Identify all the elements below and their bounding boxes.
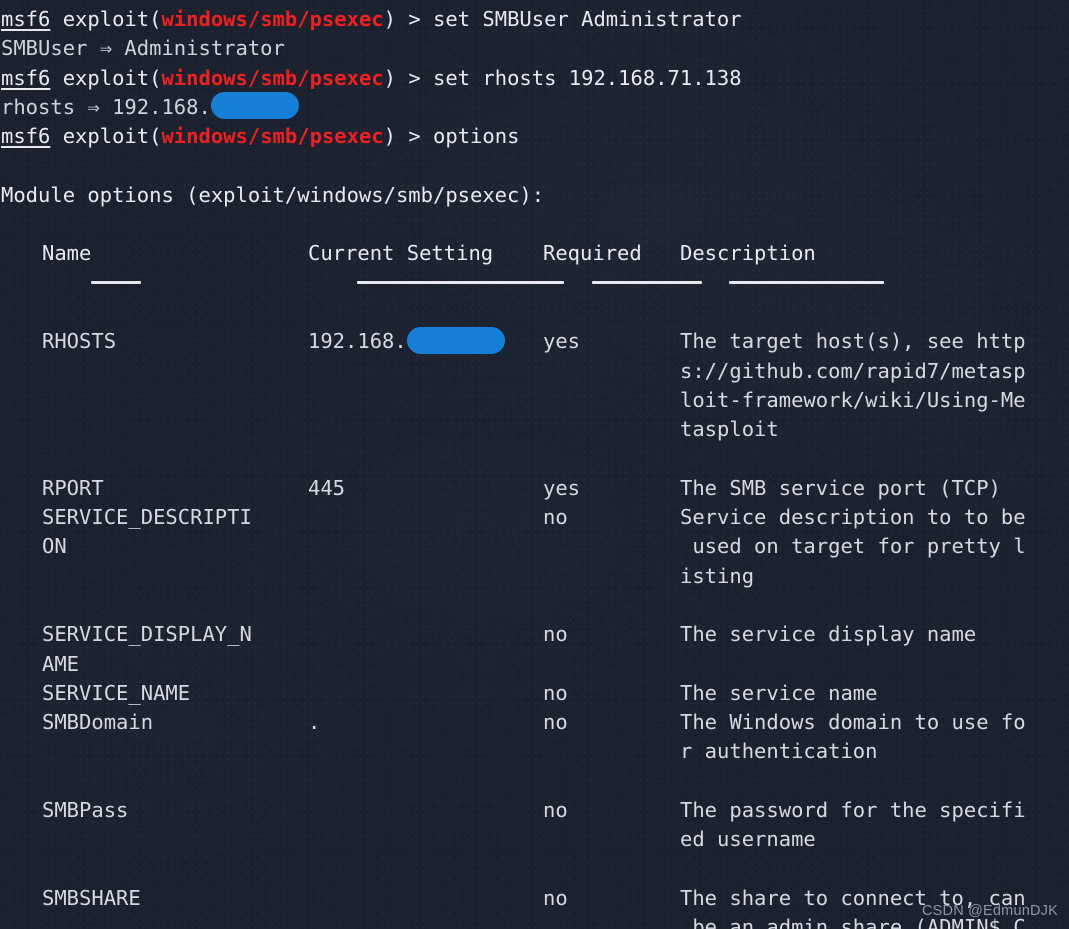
table-row-continuation: r authentication — [0, 737, 1069, 766]
redaction-blob-rhosts-value — [406, 326, 505, 354]
option-description: used on target for pretty l — [680, 534, 1026, 559]
option-required: yes — [543, 475, 581, 500]
watermark: CSDN @EdmunDJK — [922, 903, 1058, 919]
command-text: set SMBUser Administrator — [433, 7, 742, 31]
prompt-host: msf6 — [1, 65, 51, 90]
option-current-setting: 192.168. — [308, 326, 505, 356]
prompt-context-prefix: exploit( — [50, 7, 162, 31]
option-name: SMBSHARE — [42, 885, 141, 910]
option-description: r authentication — [680, 739, 878, 764]
option-description: The target host(s), see http — [680, 329, 1026, 354]
terminal-line-output: SMBUser ⇒ Administrator — [1, 36, 285, 61]
prompt-context-prefix: exploit( — [50, 124, 162, 149]
prompt-module-path: windows/smb/psexec — [161, 7, 384, 31]
table-row-continuation: ON used on target for pretty l — [0, 532, 1069, 561]
table-row-spacer — [0, 855, 1069, 884]
option-name: SERVICE_NAME — [42, 680, 191, 705]
table-row: SERVICE_DISPLAY_N no The service display n… — [0, 620, 1069, 649]
option-description: ed username — [680, 827, 816, 852]
option-description: Service description to to be — [680, 505, 1026, 530]
option-name: SMBDomain — [42, 710, 154, 735]
terminal-line-output: rhosts ⇒ 192.168. — [0, 92, 1069, 122]
options-table-body: RHOSTS 192.168. yes The target host(s), see… — [0, 326, 1069, 929]
prompt-module-path: windows/smb/psexec — [161, 124, 384, 149]
table-row-continuation: s://github.com/rapid7/metasp — [0, 357, 1069, 386]
table-row-continuation: isting — [0, 562, 1069, 591]
column-header-current-setting: Current Setting — [308, 241, 494, 266]
prompt-context-suffix: ) > — [383, 124, 434, 149]
terminal-line-command: msf6 exploit(windows/smb/psexec) > set S… — [0, 5, 1069, 34]
command-text: options — [433, 124, 520, 149]
option-required: no — [543, 710, 568, 735]
prompt-context-suffix: ) > — [383, 65, 434, 90]
table-row: SMBDomain. no The Windows domain to use fo — [0, 708, 1069, 737]
terminal-line-command: msf6 exploit(windows/smb/psexec) > set r… — [0, 64, 1069, 93]
prompt-context-prefix: exploit( — [50, 65, 162, 90]
table-row: SERVICE_NAME no The service name — [0, 679, 1069, 708]
option-name: SMBPass — [42, 798, 129, 823]
option-name: AME — [42, 651, 80, 676]
terminal-line-command: msf6 exploit(windows/smb/psexec) > optio… — [0, 122, 1069, 151]
column-header-required: Required — [543, 241, 642, 266]
prompt-host: msf6 — [1, 124, 51, 149]
prompt-module-path: windows/smb/psexec — [161, 65, 384, 90]
output-text: rhosts ⇒ 192.168. — [1, 94, 211, 119]
table-row-spacer — [0, 591, 1069, 620]
option-description: The SMB service port (TCP) — [680, 475, 1001, 500]
option-description: The service name — [680, 680, 878, 705]
table-row-spacer — [0, 444, 1069, 473]
table-row-continuation: loit-framework/wiki/Using-Me — [0, 386, 1069, 415]
option-required: no — [543, 885, 568, 910]
table-row: SMBSHARE no The share to connect to, can — [0, 884, 1069, 913]
command-text: set rhosts 192.168.71.138 — [433, 65, 742, 90]
option-description: isting — [680, 563, 755, 588]
option-name: ON — [42, 534, 67, 559]
option-required: no — [543, 622, 568, 647]
prompt-context-suffix: ) > — [383, 7, 434, 31]
option-description: The Windows domain to use fo — [680, 710, 1026, 735]
table-row: SMBPass no The password for the specifi — [0, 796, 1069, 825]
option-current-setting: . — [308, 710, 321, 735]
terminal-screen[interactable]: msf6 exploit(windows/smb/psexec) > set S… — [0, 0, 1069, 929]
option-name: SERVICE_DESCRIPTI — [42, 505, 252, 530]
prompt-host: msf6 — [1, 7, 51, 31]
option-name: SERVICE_DISPLAY_N — [42, 622, 252, 647]
table-row-continuation: AME — [0, 650, 1069, 679]
table-row-continuation: be an admin share (ADMIN$,C — [0, 913, 1069, 929]
module-options-title: Module options (exploit/windows/smb/psex… — [1, 182, 545, 207]
options-table-header: Name Current Setting Required Descriptio… — [0, 239, 1069, 268]
table-row: RPORT 445 yes The SMB service port (TCP) — [0, 474, 1069, 503]
option-description: The service display name — [680, 622, 977, 647]
option-name: RPORT — [42, 475, 104, 500]
table-row-continuation: ed username — [0, 825, 1069, 854]
table-row: RHOSTS 192.168. yes The target host(s), see… — [0, 326, 1069, 356]
option-required: no — [543, 798, 568, 823]
column-header-description: Description — [680, 241, 816, 266]
option-required: yes — [543, 329, 581, 354]
column-header-name: Name — [42, 241, 92, 266]
option-name: RHOSTS — [42, 329, 117, 354]
option-description: tasploit — [680, 417, 779, 442]
table-row-continuation: tasploit — [0, 415, 1069, 444]
option-description: loit-framework/wiki/Using-Me — [680, 387, 1026, 412]
option-required: no — [543, 680, 568, 705]
option-description: s://github.com/rapid7/metasp — [680, 358, 1026, 383]
option-description: The password for the specifi — [680, 798, 1026, 823]
option-current-setting: 445 — [308, 475, 346, 500]
option-required: no — [543, 505, 568, 530]
redaction-blob-rhosts-output — [210, 92, 299, 120]
table-row: SERVICE_DESCRIPTI no Service description t… — [0, 503, 1069, 532]
table-row-spacer — [0, 767, 1069, 796]
options-table-header-rules — [0, 269, 1069, 298]
